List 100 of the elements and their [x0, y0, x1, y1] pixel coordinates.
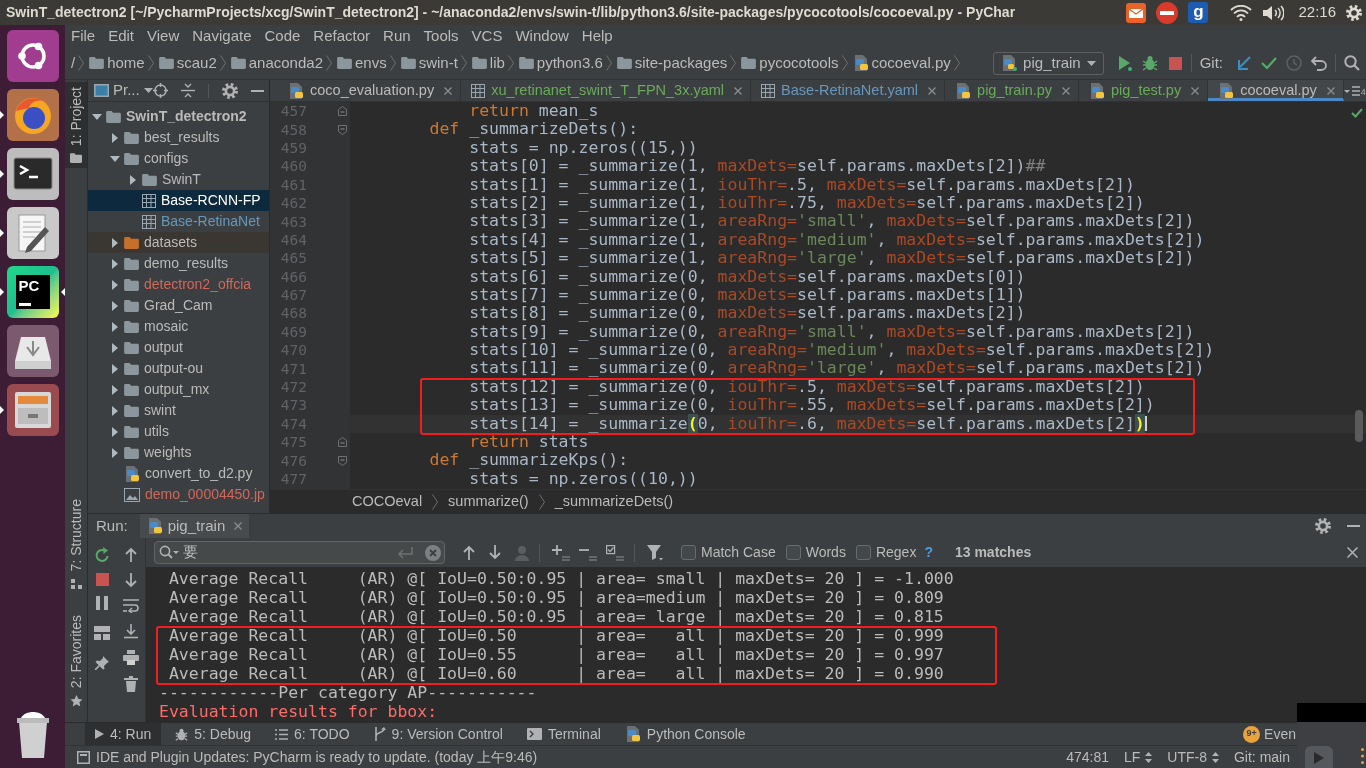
breadcrumb-item[interactable]: summarize() [448, 490, 529, 513]
breadcrumb-item[interactable]: envs [337, 51, 387, 75]
volume-icon[interactable] [1262, 4, 1285, 21]
pause-icon[interactable] [96, 596, 108, 610]
breadcrumb-item[interactable]: pycocotools [741, 51, 839, 75]
close-icon[interactable] [1326, 86, 1335, 95]
tree-item[interactable]: Base-RetinaNet [88, 211, 269, 232]
tree-item[interactable]: utils [88, 421, 269, 442]
tree-item[interactable]: detectron2_offcia [88, 274, 269, 295]
update-icon[interactable] [1237, 56, 1251, 70]
bug-icon[interactable] [1141, 55, 1158, 71]
tree-item[interactable]: best_results [88, 127, 269, 148]
search-icon[interactable] [1344, 55, 1360, 71]
collapse-icon[interactable] [180, 83, 195, 98]
checkbox-label[interactable]: Regex [875, 542, 917, 563]
menu-item[interactable]: View [147, 24, 180, 48]
collapsed-arrow-icon[interactable] [112, 321, 118, 332]
tree-item[interactable]: demo_00004450.jp [88, 484, 269, 505]
collapsed-arrow-icon[interactable] [112, 447, 118, 458]
checkbox[interactable] [855, 545, 871, 560]
tree-item[interactable]: demo_results [88, 253, 269, 274]
menu-item[interactable]: Help [581, 24, 613, 48]
collapsed-arrow-icon[interactable] [112, 384, 118, 395]
circle-logo-icon[interactable] [6, 30, 59, 82]
editor-tab[interactable]: xu_retinanet_swint_T_FPN_3x.yaml [461, 80, 752, 101]
tree-item[interactable]: datasets [88, 232, 269, 253]
breadcrumb-item[interactable]: home [89, 51, 145, 75]
menu-item[interactable]: Tools [423, 24, 459, 48]
tool-window-tab[interactable]: Python Console [614, 723, 756, 745]
search-field[interactable]: 要 [154, 541, 445, 564]
menu-item[interactable]: Navigate [192, 24, 252, 48]
collapsed-arrow-icon[interactable] [112, 237, 118, 248]
menu-item[interactable]: Run [383, 24, 411, 48]
notepad-pencil-icon[interactable] [6, 207, 59, 259]
rerun-icon[interactable] [94, 547, 110, 563]
caret-position[interactable]: 474:81 [1066, 746, 1109, 768]
breadcrumb-item[interactable]: anaconda2 [230, 51, 323, 75]
globe-icon[interactable] [6, 89, 59, 141]
checkbox[interactable] [681, 545, 696, 560]
file-cabinet-icon[interactable] [6, 384, 59, 436]
editor-tab[interactable]: pig_test.py [1079, 80, 1209, 101]
terminal-icon[interactable] [6, 148, 59, 200]
app-logo[interactable]: PC [6, 266, 59, 318]
clock[interactable]: 22:16 [1298, 1, 1336, 24]
close-icon[interactable] [928, 86, 937, 95]
check-icon[interactable] [1261, 57, 1277, 69]
app-logo[interactable]: g [1188, 2, 1209, 23]
tool-window-tab[interactable]: 4: Run [85, 723, 162, 745]
checkbox-label[interactable]: Match Case [701, 542, 776, 563]
search-history-icon[interactable] [159, 545, 179, 560]
tree-item[interactable]: SwinT_detectron2 [88, 106, 269, 127]
tool-window-tab[interactable]: 7: Structure [65, 494, 87, 594]
checkbox[interactable] [785, 545, 801, 560]
breadcrumb-item[interactable]: lib [471, 51, 505, 75]
checkbox-label[interactable]: Words [805, 542, 846, 563]
tree-item[interactable]: Base-RCNN-FP [88, 190, 269, 211]
tree-item[interactable]: output [88, 337, 269, 358]
expanded-arrow-icon[interactable] [110, 155, 120, 162]
stop-icon[interactable] [1168, 56, 1182, 70]
minimize-icon[interactable] [250, 89, 264, 92]
close-icon[interactable] [1062, 86, 1071, 95]
no-entry-icon[interactable] [1156, 1, 1179, 24]
collapsed-arrow-icon[interactable] [112, 342, 118, 353]
envelope-icon[interactable] [1126, 2, 1147, 23]
help-link[interactable]: ? [924, 542, 933, 563]
breadcrumb-item[interactable]: / [71, 51, 76, 75]
expanded-arrow-icon[interactable] [92, 113, 102, 120]
collapsed-arrow-icon[interactable] [112, 426, 118, 437]
collapsed-arrow-icon[interactable] [112, 258, 118, 269]
fold-end-icon[interactable] [338, 437, 347, 448]
editor-tab[interactable]: cocoeval.py [1208, 80, 1344, 101]
tree-item[interactable]: swint [88, 400, 269, 421]
fold-icon[interactable] [338, 455, 347, 466]
breadcrumb-item[interactable]: COCOeval [352, 490, 423, 513]
view-selector[interactable]: Pr... [94, 80, 153, 102]
close-icon[interactable] [734, 86, 743, 95]
menu-item[interactable]: Code [264, 24, 301, 48]
close-icon[interactable] [1191, 86, 1200, 95]
filter-icon[interactable] [647, 544, 663, 561]
tool-window-tab[interactable]: 9: Version Control [363, 723, 513, 745]
up-arrow-icon[interactable] [124, 547, 137, 562]
run-tab[interactable]: pig_train [139, 514, 250, 538]
collapsed-arrow-icon[interactable] [112, 132, 118, 143]
down-arrow-icon[interactable] [489, 545, 501, 560]
editor-tab[interactable]: coco_evaluation.py [278, 80, 462, 101]
panel-toggle-icon[interactable] [77, 750, 90, 764]
editor-tab[interactable]: Base-RetinaNet.yaml [751, 80, 946, 101]
menu-item[interactable]: Refactor [313, 24, 371, 48]
breadcrumb-item[interactable]: swin-t [400, 51, 458, 75]
wifi-icon[interactable] [1230, 4, 1253, 21]
run-config-dropdown[interactable]: pig_train [993, 51, 1104, 75]
collapsed-arrow-icon[interactable] [112, 300, 118, 311]
up-arrow-icon[interactable] [463, 545, 475, 560]
undo-icon[interactable] [1311, 55, 1327, 71]
editor-tab[interactable]: pig_train.py [945, 80, 1080, 101]
breadcrumb-item[interactable]: site-packages [616, 51, 728, 75]
menu-item[interactable]: VCS [471, 24, 503, 48]
tree-item[interactable]: SwinT [88, 169, 269, 190]
tree-item[interactable]: output_mx [88, 379, 269, 400]
vcs-branch[interactable]: Git: main [1234, 746, 1290, 768]
